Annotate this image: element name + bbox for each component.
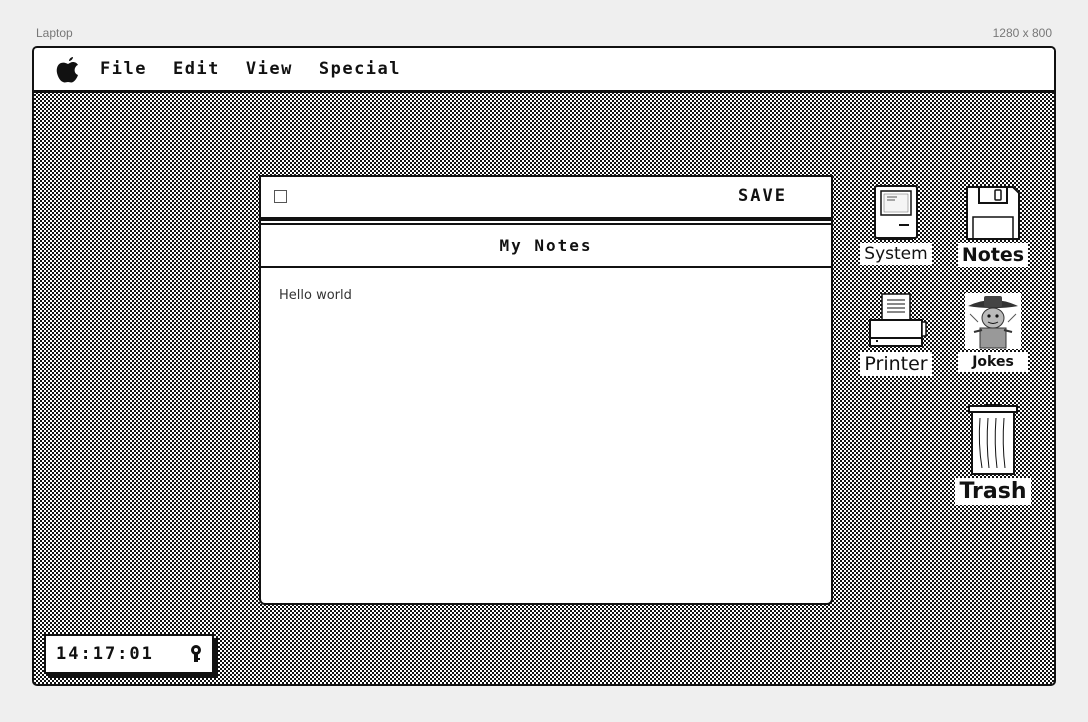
resolution-label: 1280 x 800 bbox=[992, 26, 1052, 40]
desktop-icon-label: System bbox=[860, 243, 932, 265]
trash-can-icon bbox=[968, 404, 1018, 475]
desktop-icon-trash[interactable]: Trash bbox=[955, 404, 1031, 505]
printer-icon bbox=[869, 293, 927, 347]
window-title-bar[interactable]: My Notes bbox=[261, 223, 831, 268]
apple-icon[interactable] bbox=[54, 54, 82, 84]
computer-icon bbox=[874, 185, 918, 240]
desktop-icon-jokes[interactable]: Jokes bbox=[955, 292, 1031, 372]
device-label: Laptop bbox=[36, 26, 73, 40]
save-button[interactable]: SAVE bbox=[738, 186, 787, 206]
desktop-icon-label: Jokes bbox=[958, 352, 1028, 372]
window-toolbar: SAVE bbox=[261, 177, 831, 221]
menu-edit[interactable]: Edit bbox=[173, 59, 220, 79]
floppy-disk-icon bbox=[966, 186, 1020, 240]
note-editor[interactable]: Hello world bbox=[261, 268, 831, 323]
desktop-icon-label: Trash bbox=[955, 478, 1031, 505]
menu-file[interactable]: File bbox=[100, 59, 147, 79]
desktop-icon-label: Printer bbox=[860, 352, 932, 376]
desktop-screen: File Edit View Special SAVE My Notes Hel… bbox=[32, 46, 1056, 686]
clock-widget: 14:17:01 bbox=[44, 634, 214, 674]
menu-special[interactable]: Special bbox=[319, 59, 401, 79]
menu-bar: File Edit View Special bbox=[34, 48, 1054, 93]
window-title: My Notes bbox=[499, 236, 593, 255]
clock-time: 14:17:01 bbox=[56, 644, 154, 664]
desktop-icon-printer[interactable]: Printer bbox=[858, 292, 934, 376]
notes-window: SAVE My Notes Hello world bbox=[259, 175, 833, 605]
lock-icon[interactable] bbox=[190, 644, 202, 664]
close-box-icon[interactable] bbox=[274, 190, 287, 203]
desktop-icon-system[interactable]: System bbox=[858, 185, 934, 265]
menu-view[interactable]: View bbox=[246, 59, 293, 79]
cowboy-picture-icon bbox=[965, 293, 1021, 349]
desktop-icon-notes[interactable]: Notes bbox=[955, 185, 1031, 267]
desktop-icon-label: Notes bbox=[957, 243, 1029, 267]
